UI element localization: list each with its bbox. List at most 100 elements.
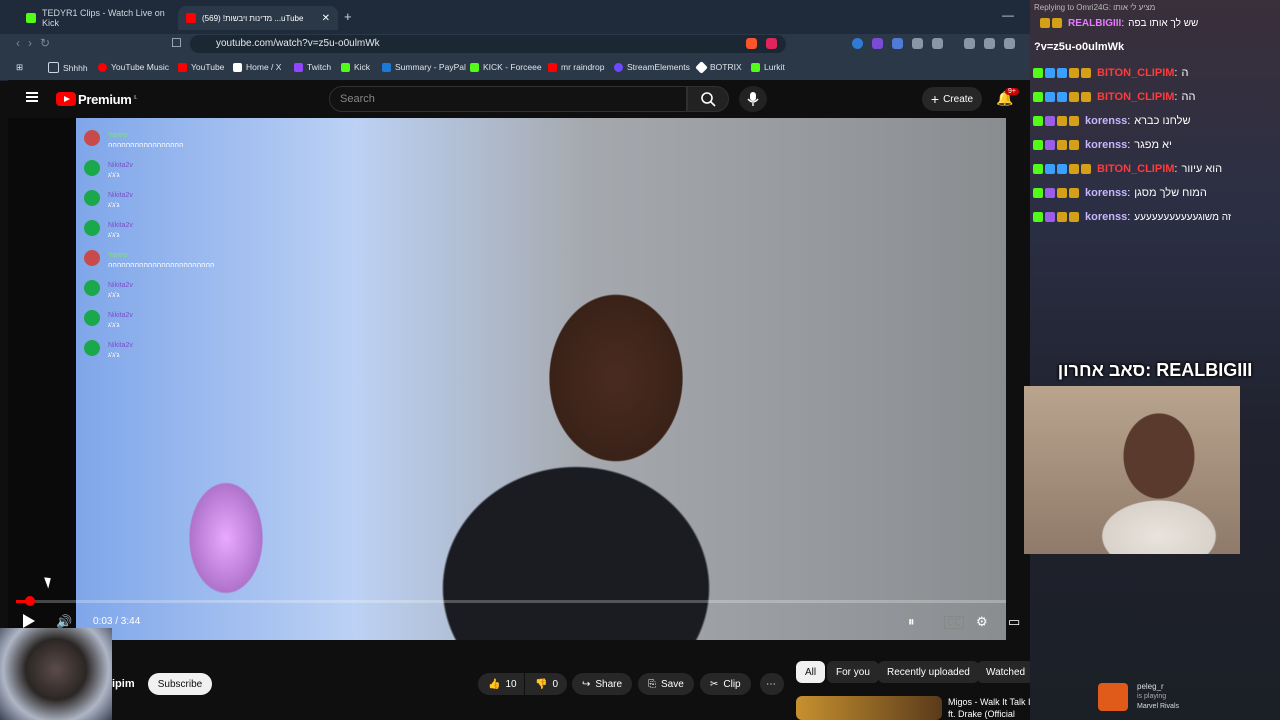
replying-to-text: Replying to Omri24G: מציע לי אותו [1034,3,1156,12]
bookmark-icon[interactable]: ☐ [171,36,182,50]
scrubber-handle[interactable] [25,596,35,606]
kick-icon [751,62,760,72]
avatar [84,160,100,176]
bookmark-kick-forceee[interactable]: KICK - Forceee [470,62,542,72]
chat-colon: : [1174,163,1178,175]
chat-colon: : [1174,91,1178,103]
bookmark-icon: ⎘ [648,678,656,690]
brave-shield-icon[interactable] [746,38,757,49]
bookmark-streamelements[interactable]: StreamElements [614,62,690,72]
bookmark-kick[interactable]: Kick [341,62,370,72]
music-icon[interactable] [964,38,975,49]
channel-avatar[interactable] [0,628,112,720]
badge-icon [1052,18,1062,28]
chat-text: שש לך אותו בפה [1128,17,1199,29]
chat-colon: : [1127,187,1131,199]
thumbs-up-icon: 👍 [488,678,501,690]
video-frame[interactable] [76,118,1006,640]
puzzle-icon[interactable] [912,38,923,49]
save-button[interactable]: ⎘ Save [638,673,694,695]
voice-search-button[interactable] [739,86,767,112]
chip-watched[interactable]: Watched [977,661,1035,683]
nav-buttons[interactable]: ‹›↻ [16,36,58,50]
kick-icon [341,62,350,72]
badge-icon [1069,92,1079,102]
kick-badge-icon [1033,188,1043,198]
clip-button[interactable]: ✂ Clip [700,673,751,695]
kick-badge-icon [1033,116,1043,126]
youtube-icon [178,62,187,72]
dislike-button[interactable]: 👎 0 [525,673,567,695]
close-tab-icon[interactable]: ✕ [322,13,330,24]
avatar [84,130,100,146]
last-sub-overlay: סאב אחרון: REALBIGIII [1057,360,1253,380]
bookmark-home-x[interactable]: Home / X [233,62,281,72]
wallet-icon[interactable] [1004,38,1015,49]
tab-label: מדינות ויבשות! (569) ...uTube [202,13,304,23]
avatar [84,190,100,206]
bookmark-youtube[interactable]: YouTube [178,62,224,72]
search-button[interactable] [687,86,729,112]
badge-icon [1045,212,1055,222]
apps-icon[interactable]: ⊞ [16,62,23,73]
youtube-premium-brand[interactable]: Premium IL [78,92,137,107]
captions-icon[interactable]: CC [944,616,965,629]
share-icon: ↪ [582,678,591,690]
chat-username: korenss [1085,139,1128,151]
extension-icon[interactable] [872,38,883,49]
bookmark-mr-raindrop[interactable]: mr raindrop [548,62,604,72]
subscribe-button[interactable]: Subscribe [148,673,212,695]
minimize-button[interactable]: — [1002,8,1014,22]
bookmark-lurkit[interactable]: Lurkit [751,62,785,72]
marvel-rivals-game-icon [1098,683,1128,711]
youtube-logo-icon[interactable] [56,92,76,106]
bookmark-paypal[interactable]: Summary - PayPal [382,62,466,72]
chat-message-top: REALBIGIII: שש לך אותו בפה [1040,14,1198,32]
youtube-favicon-icon [186,13,196,23]
sidebar-icon[interactable] [984,38,995,49]
extension-icon[interactable] [932,38,943,49]
recommendation-title[interactable]: Migos - Walk It Talk It ft. Drake (Offic… [948,696,1038,720]
activity-status: is playing [1137,693,1167,700]
time-display: 0:03 / 3:44 [93,616,141,627]
search-input[interactable] [329,86,687,112]
tab-youtube[interactable]: מדינות ויבשות! (569) ...uTube ✕ [178,6,338,30]
chip-all[interactable]: All [796,661,826,683]
hamburger-menu-icon[interactable] [26,92,38,102]
chip-recently-uploaded[interactable]: Recently uploaded [878,661,979,683]
bookmark-shhhh[interactable]: Shhhh [48,62,88,73]
chat-message: korenss: יא מפגר [1033,136,1172,154]
like-button[interactable]: 👍 10 [478,673,524,695]
settings-gear-icon[interactable]: ⚙ [976,614,988,630]
theater-mode-icon[interactable]: ▭ [1008,614,1020,630]
badge-icon [1045,92,1055,102]
autoplay-toggle-icon[interactable]: ⏸ [908,614,915,630]
channel-name[interactable]: ipim [112,678,135,690]
extension-icon[interactable] [852,38,863,49]
chat-text: הה [1181,91,1196,103]
chat-username: korenss [1085,211,1128,223]
bookmark-twitch[interactable]: Twitch [294,62,331,72]
brave-rewards-icon[interactable] [766,38,777,49]
progress-bar[interactable] [16,600,1006,603]
new-tab-button[interactable]: + [344,9,352,24]
kick-badge-icon [1033,212,1043,222]
chat-username: REALBIGIII [1068,17,1122,29]
bookmark-botrix[interactable]: BOTRIX [695,60,742,74]
bookmark-youtube-music[interactable]: YouTube Music [98,62,169,72]
kick-icon [470,62,479,72]
tab-label: TEDYR1 Clips - Watch Live on Kick [42,8,165,28]
recommendation-thumbnail[interactable] [796,696,942,720]
more-actions-button[interactable]: ⋯ [760,673,784,695]
tab-kick[interactable]: TEDYR1 Clips - Watch Live on Kick [18,6,178,30]
badge-icon [1045,164,1055,174]
create-button[interactable]: + Create [922,87,982,111]
url-text[interactable]: youtube.com/watch?v=z5u-o0ulmWk [216,38,380,49]
extension-icon[interactable] [892,38,903,49]
chat-colon: : [1174,67,1178,79]
avatar [84,250,100,266]
play-icon[interactable] [23,614,35,628]
share-button[interactable]: ↪ Share [572,673,633,695]
chip-for-you[interactable]: For you [827,661,879,683]
activity-username: peleg_r [1137,682,1164,691]
